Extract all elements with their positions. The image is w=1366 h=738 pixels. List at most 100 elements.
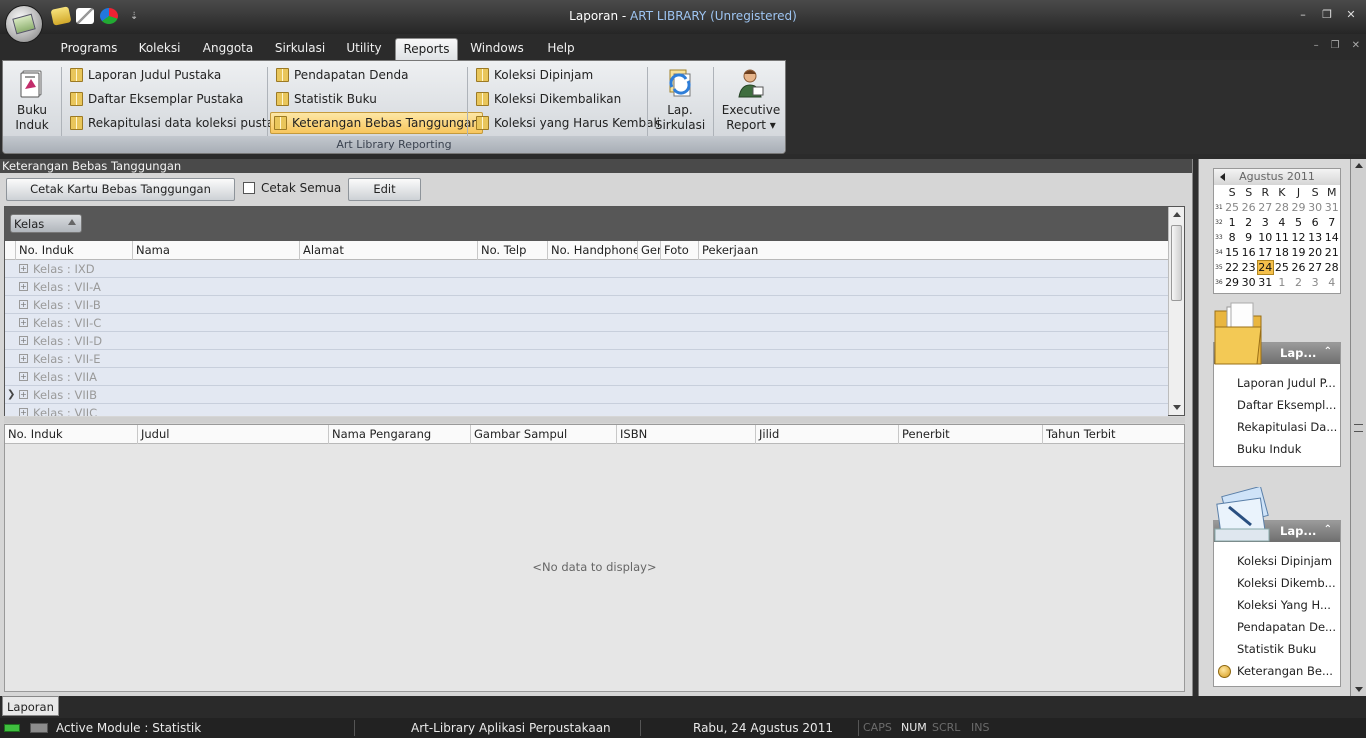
group-row[interactable]: + Kelas : VII-E <box>5 350 1168 368</box>
group-row[interactable]: + Kelas : VIIA <box>5 368 1168 386</box>
calendar-day[interactable]: 14 <box>1323 231 1340 244</box>
column-header-no-induk[interactable]: No. Induk <box>5 425 137 444</box>
scroll-up-icon[interactable] <box>1355 163 1363 168</box>
nav-item-laporan-judul[interactable]: Laporan Judul P... <box>1214 372 1340 394</box>
column-header-no-telp[interactable]: No. Telp <box>477 241 547 260</box>
calendar-day[interactable]: 28 <box>1323 261 1340 274</box>
tab-sirkulasi[interactable]: Sirkulasi <box>270 38 330 60</box>
calendar-day[interactable]: 2 <box>1290 276 1307 289</box>
nav-item-buku-induk[interactable]: Buku Induk <box>1214 438 1340 460</box>
tab-koleksi[interactable]: Koleksi <box>131 38 188 60</box>
anggota-grid-scrollbar[interactable] <box>1168 207 1184 415</box>
nav-item-rekapitulasi[interactable]: Rekapitulasi Da... <box>1214 416 1340 438</box>
column-header-isbn[interactable]: ISBN <box>616 425 755 444</box>
calendar-day[interactable]: 31 <box>1323 201 1340 214</box>
group-row[interactable]: + Kelas : VIIC <box>5 404 1168 416</box>
calendar-day[interactable]: 29 <box>1224 276 1241 289</box>
calendar-day[interactable]: 6 <box>1307 216 1324 229</box>
calendar-day[interactable]: 30 <box>1240 276 1257 289</box>
mdi-restore-button[interactable]: ❐ <box>1331 40 1340 51</box>
column-header-judul[interactable]: Judul <box>137 425 328 444</box>
calendar-day[interactable]: 30 <box>1307 201 1324 214</box>
group-row[interactable]: + Kelas : VII-C <box>5 314 1168 332</box>
calendar-day[interactable]: 19 <box>1290 246 1307 259</box>
calendar-day[interactable]: 29 <box>1290 201 1307 214</box>
calendar-day[interactable]: 26 <box>1240 201 1257 214</box>
column-header-pekerjaan[interactable]: Pekerjaan <box>698 241 1168 260</box>
grid-splitter[interactable] <box>4 417 1185 423</box>
column-header-tahun-terbit[interactable]: Tahun Terbit <box>1042 425 1184 444</box>
calendar-day[interactable]: 5 <box>1290 216 1307 229</box>
calendar-day[interactable]: 13 <box>1307 231 1324 244</box>
laporan-judul-pustaka-button[interactable]: Laporan Judul Pustaka <box>67 64 224 86</box>
scroll-up-icon[interactable] <box>1173 212 1181 217</box>
calendar-day[interactable]: 16 <box>1240 246 1257 259</box>
calendar-day[interactable]: 25 <box>1224 201 1241 214</box>
minimize-button[interactable]: – <box>1296 8 1310 21</box>
calendar-day[interactable]: 28 <box>1274 201 1291 214</box>
calendar-day[interactable]: 7 <box>1323 216 1340 229</box>
calendar-day[interactable]: 22 <box>1224 261 1241 274</box>
group-row[interactable]: + Kelas : VII-A <box>5 278 1168 296</box>
mdi-close-button[interactable]: ✕ <box>1352 40 1360 51</box>
calendar-day[interactable]: 25 <box>1274 261 1291 274</box>
nav-item-koleksi-harus-kembali[interactable]: Koleksi Yang H... <box>1214 594 1340 616</box>
nav-item-koleksi-dikembalikan[interactable]: Koleksi Dikemb... <box>1214 572 1340 594</box>
tab-windows[interactable]: Windows <box>465 38 529 60</box>
calendar-day[interactable]: 17 <box>1257 246 1274 259</box>
group-row[interactable]: + Kelas : VII-B <box>5 296 1168 314</box>
calendar-day[interactable]: 27 <box>1257 201 1274 214</box>
pendapatan-denda-button[interactable]: Pendapatan Denda <box>273 64 411 86</box>
koleksi-dikembalikan-button[interactable]: Koleksi Dikembalikan <box>473 88 624 110</box>
calendar-day[interactable]: 8 <box>1224 231 1241 244</box>
calendar-day[interactable]: 27 <box>1307 261 1324 274</box>
column-header-alamat[interactable]: Alamat <box>299 241 477 260</box>
calendar-day[interactable]: 18 <box>1274 246 1291 259</box>
expand-icon[interactable]: + <box>19 390 28 399</box>
calendar-day[interactable]: 11 <box>1274 231 1291 244</box>
group-row[interactable]: + Kelas : IXD <box>5 260 1168 278</box>
scroll-down-icon[interactable] <box>1173 405 1181 410</box>
expand-icon[interactable]: + <box>19 372 28 381</box>
cetak-semua-checkbox[interactable] <box>243 182 255 194</box>
buku-induk-button[interactable]: Buku Induk <box>11 67 53 133</box>
tab-reports[interactable]: Reports <box>395 38 458 60</box>
expand-icon[interactable]: + <box>19 300 28 309</box>
scroll-grip-icon[interactable] <box>1354 424 1363 432</box>
right-panel-scrollbar[interactable] <box>1350 159 1366 696</box>
koleksi-dipinjam-button[interactable]: Koleksi Dipinjam <box>473 64 596 86</box>
calendar-day[interactable]: 1 <box>1224 216 1241 229</box>
expand-icon[interactable]: + <box>19 408 28 416</box>
collapse-icon[interactable]: ⌃ <box>1324 524 1332 535</box>
expand-icon[interactable]: + <box>19 336 28 345</box>
daftar-eksemplar-pustaka-button[interactable]: Daftar Eksemplar Pustaka <box>67 88 246 110</box>
expand-icon[interactable]: + <box>19 318 28 327</box>
calendar-day[interactable]: 2 <box>1240 216 1257 229</box>
calendar-day[interactable]: 4 <box>1274 216 1291 229</box>
calendar-day[interactable]: 15 <box>1224 246 1241 259</box>
rekapitulasi-koleksi-button[interactable]: Rekapitulasi data koleksi pustaka <box>67 112 291 134</box>
column-header-nama-pengarang[interactable]: Nama Pengarang <box>328 425 470 444</box>
document-tab-laporan[interactable]: Laporan <box>2 696 59 716</box>
column-header-nama[interactable]: Nama <box>132 241 299 260</box>
statistik-buku-button[interactable]: Statistik Buku <box>273 88 380 110</box>
calendar-day[interactable]: 3 <box>1307 276 1324 289</box>
calendar-day[interactable]: 12 <box>1290 231 1307 244</box>
calendar-day[interactable]: 23 <box>1240 261 1257 274</box>
calendar-day[interactable]: 1 <box>1274 276 1291 289</box>
calendar-day-today[interactable]: 24 <box>1256 260 1274 275</box>
mdi-minimize-button[interactable]: – <box>1314 40 1319 51</box>
expand-icon[interactable]: + <box>19 354 28 363</box>
calendar-day[interactable]: 20 <box>1307 246 1324 259</box>
group-row[interactable]: + Kelas : VII-D <box>5 332 1168 350</box>
koleksi-harus-kembali-button[interactable]: Koleksi yang Harus Kembali <box>473 112 663 134</box>
column-header-jilid[interactable]: Jilid <box>755 425 898 444</box>
tab-utility[interactable]: Utility <box>340 38 388 60</box>
column-header-no-induk[interactable]: No. Induk <box>15 241 132 260</box>
group-row-focused[interactable]: ❯ + Kelas : VIIB <box>5 386 1168 404</box>
lap-sirkulasi-button[interactable]: Lap. Sirkulasi <box>653 67 707 133</box>
scroll-down-icon[interactable] <box>1355 687 1363 692</box>
calendar-day[interactable]: 31 <box>1257 276 1274 289</box>
column-header-penerbit[interactable]: Penerbit <box>898 425 1042 444</box>
expand-icon[interactable]: + <box>19 264 28 273</box>
